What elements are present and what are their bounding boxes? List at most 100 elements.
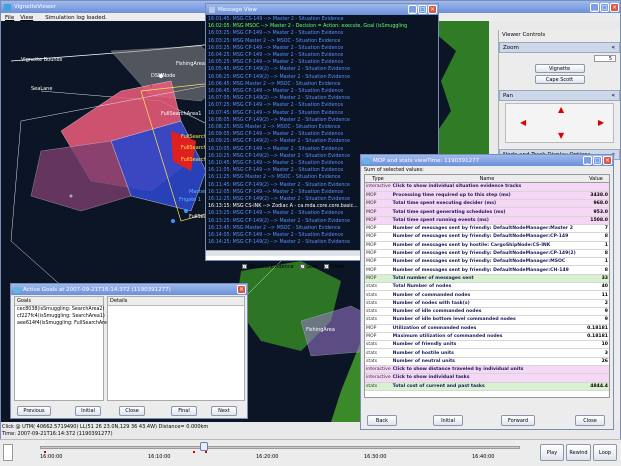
message-row[interactable]: 16:03:25: MSG Master 2 --> MSOC - Situat…: [208, 38, 436, 45]
mop-row[interactable]: interactive Click to show distance travel…: [365, 365, 609, 375]
goal-item[interactable]: cf227fc4(isSmuggling: SearchArea1): [15, 313, 105, 320]
pan-up-icon[interactable]: ▲: [558, 105, 564, 114]
filter-goal[interactable]: ✓ Goal: [299, 264, 318, 270]
forward-button[interactable]: Forward: [501, 415, 535, 426]
message-row[interactable]: 16:03:25: MSG CP-149 --> Master 2 - Situ…: [208, 30, 436, 37]
close-button[interactable]: Close: [119, 406, 145, 416]
message-row[interactable]: 16:03:25: MSG CP-149 --> Master 2 - Situ…: [208, 45, 436, 52]
message-row[interactable]: 16:08:05: MSG CP-149(2) --> Master 2 - S…: [208, 117, 436, 124]
timeline-strip: 16:00:00 16:10:00 16:20:00 16:30:00 16:4…: [0, 439, 621, 466]
menu-file[interactable]: File: [5, 15, 14, 21]
initial-button[interactable]: Initial: [433, 415, 463, 426]
mop-row: stats Number of neutral units 26: [365, 357, 609, 367]
message-row[interactable]: 16:07:25: MSG CP-149 --> Master 2 - Situ…: [208, 102, 436, 109]
mop-cell-name: Number of messages sent by friendly: Def…: [391, 232, 583, 242]
mop-row[interactable]: interactive Click to show individual situ…: [365, 183, 609, 192]
mop-cell-value: 0.18181: [583, 324, 609, 333]
close-icon[interactable]: ×: [237, 285, 246, 294]
pan-right-icon[interactable]: ▶: [598, 118, 604, 127]
tick-label: 16:10:00: [148, 454, 171, 460]
checkbox-icon[interactable]: ✓: [299, 264, 305, 269]
message-row[interactable]: 16:05:45: MSG CP-149(2) --> Master 2 - S…: [208, 66, 436, 73]
play-button[interactable]: Play: [540, 444, 564, 461]
cape-scott-button[interactable]: Cape Scott: [534, 75, 585, 84]
mop-table-header: Type Name Value: [365, 175, 609, 183]
mop-cell-type: MOP: [365, 265, 392, 275]
track-point: [184, 209, 188, 213]
mop-row: MOP Total number of messages sent 33: [365, 274, 609, 284]
zoom-field[interactable]: 5: [594, 55, 616, 62]
message-row[interactable]: 16:08:25: MSG Master 2 --> MSOC - Situat…: [208, 124, 436, 131]
menu-view[interactable]: View: [20, 15, 33, 21]
maximize-icon[interactable]: □: [593, 156, 602, 165]
message-row[interactable]: 16:10:05: MSG CP-149 --> Master 2 - Situ…: [208, 146, 436, 153]
close-icon[interactable]: ×: [428, 5, 437, 14]
message-row[interactable]: 16:06:45: MSG Master 2 --> MSOC - Situat…: [208, 81, 436, 88]
filter-label: Order: [330, 264, 345, 270]
timeline-thumb[interactable]: [200, 442, 208, 451]
mop-cell-value: 8: [583, 265, 609, 275]
minimize-icon[interactable]: _: [583, 156, 592, 165]
time-readout: Time: 2007-09-21T16:14:372 (1190391277): [2, 431, 113, 437]
message-row[interactable]: 16:09:25: MSG CP-149(2) --> Master 2 - S…: [208, 138, 436, 145]
pan-left-icon[interactable]: ◀: [520, 118, 526, 127]
filter-order[interactable]: ✓ Order: [323, 264, 345, 270]
message-row[interactable]: 16:07:45: MSG CP-149 --> Master 2 - Situ…: [208, 110, 436, 117]
message-row[interactable]: 16:04:25: MSG CP-149 --> Master 2 - Situ…: [208, 52, 436, 59]
previous-button[interactable]: Previous: [17, 406, 51, 416]
mop-cell-type: stats: [365, 307, 392, 317]
mop-cell-value: 953.0: [583, 207, 609, 217]
mop-cell-value: 33: [583, 274, 609, 284]
rewind-button[interactable]: Rewind: [566, 444, 591, 461]
close-button[interactable]: Close: [575, 415, 605, 426]
pan-header[interactable]: Pan «: [499, 90, 620, 101]
checkbox-icon[interactable]: ✓: [323, 264, 329, 269]
message-row[interactable]: 16:02:05: MSG MSOC --> Master 2 - Decisi…: [208, 23, 436, 30]
final-button[interactable]: Final: [171, 406, 197, 416]
mop-row[interactable]: interactive Click to show individual task…: [365, 373, 609, 383]
goal-item[interactable]: aee614f4(isSmuggling: FullSearchArea): [15, 320, 112, 327]
close-icon[interactable]: ×: [610, 2, 619, 12]
zoom-header[interactable]: Zoom «: [499, 42, 620, 53]
mop-cell-type: stats: [365, 282, 392, 292]
collapse-icon[interactable]: «: [611, 44, 619, 51]
mop-row: stats Number of commanded nodes 11: [365, 290, 609, 300]
initial-button[interactable]: Initial: [75, 406, 101, 416]
mop-row: MOP Maximum utilization of commanded node…: [365, 332, 609, 342]
minimize-icon[interactable]: _: [590, 2, 599, 12]
mop-cell-type: stats: [365, 357, 392, 367]
mop-cell-value: 9: [583, 315, 609, 325]
minimize-icon[interactable]: _: [408, 5, 417, 14]
message-row[interactable]: 16:01:45: MSG CS-149 --> Master 2 - Situ…: [208, 16, 436, 23]
pan-down-icon[interactable]: ▼: [558, 131, 564, 140]
track-point: [149, 84, 153, 88]
filter-evidence[interactable]: ✓ SituationEvidence: [242, 264, 294, 270]
message-row[interactable]: 16:07:05: MSG CP-149(2) --> Master 2 - S…: [208, 95, 436, 102]
col-name[interactable]: Name: [391, 176, 583, 182]
app-icon: [364, 157, 370, 164]
maximize-icon[interactable]: □: [600, 2, 609, 12]
col-value[interactable]: Value: [583, 176, 609, 182]
message-row[interactable]: 16:05:25: MSG CP-149 --> Master 2 - Situ…: [208, 59, 436, 66]
collapse-icon[interactable]: «: [611, 92, 619, 99]
vignette-button[interactable]: Vignette: [534, 64, 585, 73]
loop-button[interactable]: Loop: [593, 444, 617, 461]
speed-spinner[interactable]: [3, 444, 13, 461]
message-row[interactable]: 16:06:45: MSG CP-149 --> Master 2 - Situ…: [208, 88, 436, 95]
zoom-label: Zoom: [503, 44, 519, 51]
next-button[interactable]: Next: [211, 406, 237, 416]
message-row[interactable]: 16:09:05: MSG CP-149 --> Master 2 - Situ…: [208, 131, 436, 138]
mop-cell-name: Utilization of commanded nodes: [391, 324, 583, 333]
col-type[interactable]: Type: [365, 176, 391, 182]
message-row[interactable]: 16:06:25: MSG CP-149(2) --> Master 2 - S…: [208, 74, 436, 81]
goal-item[interactable]: cec8038(isSmuggling: SearchArea2): [15, 306, 104, 313]
mop-cell-name: Total number of messages sent: [391, 274, 583, 284]
mop-row: stats Number of friendly units 10: [365, 340, 609, 350]
back-button[interactable]: Back: [367, 415, 397, 426]
maximize-icon[interactable]: □: [418, 5, 427, 14]
checkbox-icon[interactable]: ✓: [242, 264, 247, 269]
mop-cell-name: Number of hostile units: [391, 348, 583, 358]
mop-row: MOP Number of messages sent by friendly: …: [365, 224, 609, 234]
timeline-track[interactable]: [40, 446, 520, 449]
close-icon[interactable]: ×: [603, 156, 612, 165]
